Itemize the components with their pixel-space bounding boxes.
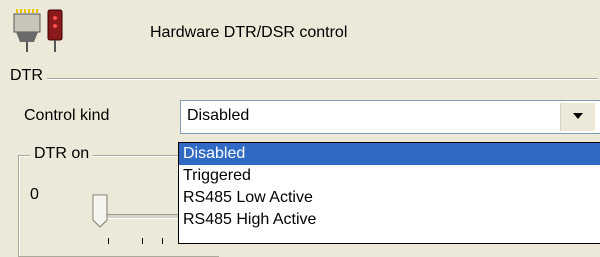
dropdown-option-rs485-low-active[interactable]: RS485 Low Active xyxy=(179,187,600,209)
slider-tick xyxy=(162,238,163,244)
dropdown-option-disabled[interactable]: Disabled xyxy=(179,143,600,165)
header-title: Hardware DTR/DSR control xyxy=(150,24,348,41)
control-kind-label: Control kind xyxy=(24,107,110,124)
slider-track xyxy=(100,214,190,219)
slider-tick xyxy=(142,238,143,244)
slider-min-label: 0 xyxy=(30,186,39,203)
dtr-on-legend: DTR on xyxy=(30,145,94,163)
dropdown-option-triggered[interactable]: Triggered xyxy=(179,165,600,187)
slider-thumb[interactable] xyxy=(92,194,108,228)
control-kind-dropdown-list: Disabled Triggered RS485 Low Active RS48… xyxy=(178,142,600,244)
slider-tick xyxy=(108,238,109,244)
chevron-down-icon xyxy=(573,113,583,119)
control-kind-select[interactable]: Disabled xyxy=(180,100,600,134)
dropdown-option-rs485-high-active[interactable]: RS485 High Active xyxy=(179,209,600,231)
dtr-section-divider xyxy=(8,78,598,79)
control-kind-value: Disabled xyxy=(187,107,250,124)
dtr-section-legend: DTR xyxy=(8,67,47,85)
dropdown-button[interactable] xyxy=(560,103,595,131)
serial-connector-icon xyxy=(13,9,63,52)
